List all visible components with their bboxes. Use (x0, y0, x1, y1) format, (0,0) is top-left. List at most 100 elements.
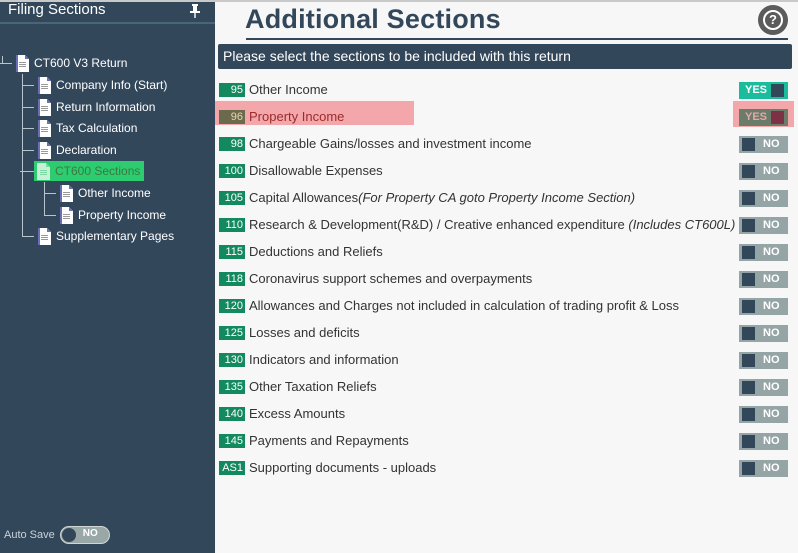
question-circle-icon: ? (763, 10, 783, 30)
tree-node-label: Declaration (56, 143, 117, 157)
tree-node-ct600-sections[interactable]: CT600 Sections (34, 161, 145, 181)
toggle-knob (61, 528, 76, 542)
tree-connector (22, 107, 34, 108)
section-label: Coronavirus support schemes and overpaym… (249, 271, 532, 286)
toggle-value: NO (763, 192, 780, 204)
toggle-knob (742, 246, 755, 259)
section-toggle[interactable]: NO (739, 406, 788, 423)
section-label: Allowances and Charges not included in c… (249, 298, 679, 313)
document-icon (38, 227, 51, 245)
section-row: 125 Losses and deficits NO (215, 321, 798, 343)
tree-node-tax-calculation[interactable]: Tax Calculation (38, 118, 137, 138)
toggle-knob (742, 354, 755, 367)
section-toggle[interactable]: NO (739, 217, 788, 234)
tree-connector (22, 128, 34, 129)
help-button[interactable]: ? (758, 5, 788, 35)
toggle-knob (742, 138, 755, 151)
section-title: Property Income (249, 109, 345, 124)
section-toggle[interactable]: NO (739, 460, 788, 477)
document-icon (38, 141, 51, 159)
section-toggle[interactable]: YES (739, 109, 788, 126)
auto-save-toggle[interactable]: NO (59, 526, 110, 544)
toggle-value: NO (763, 327, 780, 339)
section-row: 118 Coronavirus support schemes and overp… (215, 267, 798, 289)
sidebar-title: Filing Sections (8, 1, 106, 18)
section-toggle[interactable]: YES (739, 82, 788, 99)
toggle-value: YES (745, 84, 768, 96)
document-icon (38, 76, 51, 94)
app-window: Filing Sections » C (0, 0, 798, 553)
section-row: 120 Allowances and Charges not included i… (215, 294, 798, 316)
section-note: (Includes CT600L) (628, 217, 736, 232)
toggle-knob (742, 219, 755, 232)
section-code-badge: AS1 (219, 461, 245, 475)
section-code-badge: 98 (219, 137, 245, 151)
section-label: Excess Amounts (249, 406, 345, 421)
section-title: Losses and deficits (249, 325, 360, 340)
section-toggle[interactable]: NO (739, 325, 788, 342)
section-title: Capital Allowances (249, 190, 359, 205)
section-row: 115 Deductions and Reliefs NO (215, 240, 798, 262)
tree-node-company-info[interactable]: Company Info (Start) (38, 75, 167, 95)
section-label: Disallowable Expenses (249, 163, 383, 178)
section-code-badge: 100 (219, 164, 245, 178)
tree-node-declaration[interactable]: Declaration (38, 140, 117, 160)
section-title: Other Taxation Reliefs (249, 379, 377, 394)
toggle-knob (742, 300, 755, 313)
section-label: Deductions and Reliefs (249, 244, 383, 259)
section-code-badge: 125 (219, 326, 245, 340)
section-code-badge: 120 (219, 299, 245, 313)
tree-node-label: Company Info (Start) (56, 78, 168, 92)
section-toggle[interactable]: NO (739, 163, 788, 180)
section-toggle[interactable]: NO (739, 352, 788, 369)
section-toggle[interactable]: NO (739, 433, 788, 450)
section-code-badge: 95 (219, 83, 245, 97)
toggle-knob (742, 462, 755, 475)
section-toggle[interactable]: NO (739, 136, 788, 153)
toggle-knob (742, 408, 755, 421)
tree-node-label: Tax Calculation (56, 121, 138, 135)
toggle-value: NO (763, 354, 780, 366)
tree-node-property-income[interactable]: Property Income (60, 205, 166, 225)
instruction-banner: Please select the sections to be include… (218, 44, 792, 69)
tree-node-return-information[interactable]: Return Information (38, 97, 155, 117)
document-icon (38, 98, 51, 116)
section-code-badge: 130 (219, 353, 245, 367)
section-toggle[interactable]: NO (739, 190, 788, 207)
section-toggle[interactable]: NO (739, 244, 788, 261)
tree-connector (22, 150, 34, 151)
section-label: Chargeable Gains/losses and investment i… (249, 136, 532, 151)
document-icon (38, 119, 51, 137)
tree-connector (44, 193, 56, 194)
section-code-badge: 110 (219, 218, 245, 232)
tree-node-other-income[interactable]: Other Income (60, 183, 151, 203)
pin-icon[interactable] (189, 4, 201, 18)
section-label: Indicators and information (249, 352, 399, 367)
section-toggle[interactable]: NO (739, 298, 788, 315)
section-row: 96 Property Income YES (215, 101, 798, 127)
section-row: 100 Disallowable Expenses NO (215, 159, 798, 181)
tree-node-label: Other Income (78, 186, 151, 200)
toggle-value: NO (763, 381, 780, 393)
section-row: 95 Other Income YES (215, 78, 798, 100)
section-title: Coronavirus support schemes and overpaym… (249, 271, 533, 286)
section-toggle[interactable]: NO (739, 271, 788, 288)
toggle-value: NO (763, 462, 780, 474)
toggle-knob (742, 327, 755, 340)
toggle-value: YES (745, 111, 768, 123)
section-toggle[interactable]: NO (739, 379, 788, 396)
tree-node-supplementary-pages[interactable]: Supplementary Pages (38, 226, 174, 246)
toggle-value: NO (763, 246, 780, 258)
tree-node-label: Return Information (56, 100, 156, 114)
section-code-badge: 118 (219, 272, 245, 286)
section-label: Supporting documents - uploads (249, 460, 436, 475)
section-title: Deductions and Reliefs (249, 244, 383, 259)
section-title: Excess Amounts (249, 406, 346, 421)
tree-connector (44, 182, 45, 215)
section-code-badge: 135 (219, 380, 245, 394)
section-title: Payments and Repayments (249, 433, 409, 448)
toggle-value: NO (763, 138, 780, 150)
tree-node-ct600-v3-return[interactable]: CT600 V3 Return (16, 53, 127, 73)
section-label: Research & Development(R&D) / Creative e… (249, 217, 735, 232)
tree-node-label: Supplementary Pages (56, 229, 175, 243)
